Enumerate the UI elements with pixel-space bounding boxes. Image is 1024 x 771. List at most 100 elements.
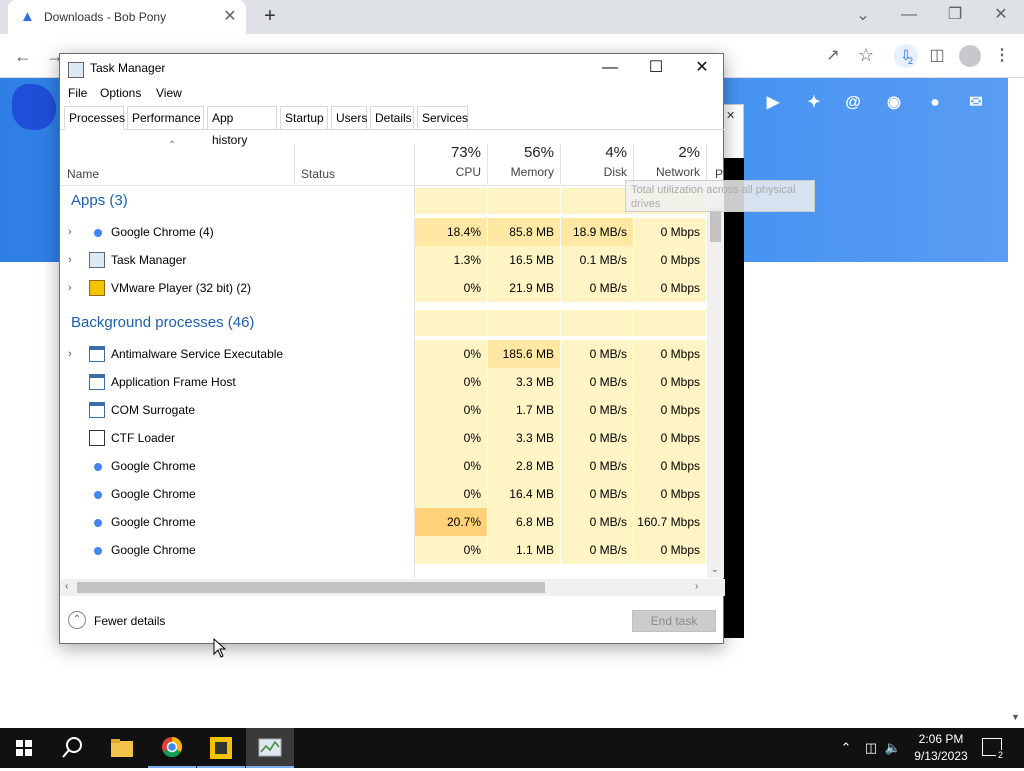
tab-app-history[interactable]: App history — [207, 106, 277, 147]
process-memory: 16.4 MB — [488, 480, 560, 508]
tab-bar: Processes Performance App history Startu… — [60, 106, 725, 147]
menu-file[interactable]: File — [68, 86, 87, 100]
twitter-icon[interactable]: ✦ — [804, 93, 824, 113]
process-cpu: 18.4% — [415, 218, 487, 246]
process-row[interactable]: COM Surrogate 0% 1.7 MB 0 MB/s 0 Mbps — [60, 396, 707, 424]
expand-chevron-icon[interactable]: › — [68, 340, 72, 368]
cpu-label: CPU — [455, 165, 481, 179]
star-icon[interactable]: ☆ — [855, 45, 877, 65]
memory-label: Memory — [510, 165, 554, 179]
vmware-icon[interactable] — [197, 728, 245, 768]
expand-chevron-icon[interactable]: › — [68, 218, 72, 246]
tab-users[interactable]: Users — [331, 106, 367, 130]
scroll-hthumb[interactable] — [77, 582, 545, 593]
clock-date[interactable]: 9/13/2023 — [908, 749, 974, 763]
column-header-name[interactable]: Name — [67, 167, 99, 181]
fewer-details-icon[interactable]: ⌃ — [68, 611, 86, 629]
process-row[interactable]: CTF Loader 0% 3.3 MB 0 MB/s 0 Mbps — [60, 424, 707, 452]
tab-processes[interactable]: Processes — [64, 106, 125, 130]
process-network: 0 Mbps — [634, 340, 706, 368]
tab-search-icon[interactable]: ⌄ — [852, 6, 874, 26]
profile-icon[interactable] — [959, 45, 981, 67]
background-dialog: ✕ — [722, 104, 744, 160]
cpu-total: 73% — [450, 144, 481, 161]
process-row[interactable]: › VMware Player (32 bit) (2) 0% 21.9 MB 0 MB… — [60, 274, 707, 302]
expand-chevron-icon[interactable]: › — [68, 274, 72, 302]
discord-icon[interactable]: ◉ — [884, 93, 904, 113]
network-icon[interactable]: ◫ — [862, 728, 880, 768]
maximize-button[interactable]: ☐ — [633, 54, 679, 82]
window-close-icon[interactable]: ✕ — [990, 5, 1012, 25]
process-list: Apps (3) › Google Chrome (4) 18.4% 85.8 MB 18… — [60, 186, 707, 578]
download-badge: 2 — [908, 56, 914, 66]
scroll-left-icon[interactable]: ‹ — [65, 581, 68, 592]
process-memory: 2.8 MB — [488, 452, 560, 480]
process-row[interactable]: Google Chrome 0% 1.1 MB 0 MB/s 0 Mbps — [60, 536, 707, 564]
new-tab-icon[interactable]: + — [259, 6, 281, 26]
chrome-icon[interactable] — [148, 728, 196, 768]
email-icon[interactable]: ✉ — [966, 93, 986, 113]
start-icon[interactable] — [0, 728, 48, 768]
process-row[interactable]: Application Frame Host 0% 3.3 MB 0 MB/s 0 Mb… — [60, 368, 707, 396]
volume-muted-icon[interactable]: 🔈 — [884, 728, 902, 768]
column-header-memory[interactable]: 56% Memory — [488, 144, 560, 179]
column-header-power[interactable]: P — [715, 167, 723, 181]
column-header-network[interactable]: 2% Network — [634, 144, 706, 179]
end-task-button[interactable]: End task — [632, 610, 716, 632]
clock-time[interactable]: 2:06 PM — [916, 732, 966, 746]
fewer-details-link[interactable]: Fewer details — [94, 614, 165, 628]
tray-chevron-icon[interactable]: ⌃ — [838, 728, 854, 768]
process-network: 0 Mbps — [634, 424, 706, 452]
youtube-icon[interactable]: ▶ — [763, 93, 783, 113]
menu-icon[interactable]: ⋮ — [991, 46, 1013, 66]
process-name: Google Chrome — [111, 459, 196, 473]
column-header-disk[interactable]: 4% Disk — [561, 144, 633, 179]
page-scrollbar[interactable]: ▼ — [1008, 78, 1024, 728]
side-panel-icon[interactable]: ◫ — [926, 46, 948, 66]
process-cpu: 0% — [415, 274, 487, 302]
task-manager-icon[interactable] — [246, 728, 294, 768]
horizontal-scrollbar[interactable]: ‹ › — [60, 579, 725, 596]
close-button[interactable]: ✕ — [679, 54, 725, 82]
process-name: Google Chrome (4) — [111, 225, 214, 239]
file-explorer-icon[interactable] — [98, 728, 146, 768]
process-disk: 0 MB/s — [561, 424, 633, 452]
github-icon[interactable]: ● — [925, 93, 945, 113]
tab-services[interactable]: Services — [417, 106, 468, 130]
scroll-down-icon[interactable]: ▼ — [1011, 712, 1020, 722]
expand-chevron-icon[interactable]: › — [68, 246, 72, 274]
process-row[interactable]: Google Chrome 0% 16.4 MB 0 MB/s 0 Mbps — [60, 480, 707, 508]
tab-details[interactable]: Details — [370, 106, 414, 130]
process-row[interactable]: › Google Chrome (4) 18.4% 85.8 MB 18.9 MB/s 0… — [60, 218, 707, 246]
process-memory: 1.7 MB — [488, 396, 560, 424]
dialog-close-icon[interactable]: ✕ — [726, 109, 735, 122]
minimize-button[interactable]: — — [587, 54, 633, 82]
process-row[interactable]: › Antimalware Service Executable 0% 185.6 M… — [60, 340, 707, 368]
process-row[interactable]: › Task Manager 1.3% 16.5 MB 0.1 MB/s 0 Mbps — [60, 246, 707, 274]
download-icon[interactable]: ⇩ — [894, 44, 918, 68]
tab-performance[interactable]: Performance — [127, 106, 204, 130]
process-row[interactable]: Google Chrome 0% 2.8 MB 0 MB/s 0 Mbps — [60, 452, 707, 480]
browser-tab[interactable]: ▲ Downloads - Bob Pony ✕ — [8, 0, 246, 34]
minimize-icon[interactable]: — — [898, 5, 920, 25]
scroll-down-icon[interactable]: ⌄ — [711, 564, 719, 575]
restore-icon[interactable]: ❐ — [944, 5, 966, 25]
menu-view[interactable]: View — [156, 86, 182, 100]
scroll-right-icon[interactable]: › — [695, 581, 698, 592]
menu-options[interactable]: Options — [100, 86, 141, 100]
process-network: 0 Mbps — [634, 396, 706, 424]
column-header-cpu[interactable]: 73% CPU — [415, 144, 487, 179]
mouse-cursor — [213, 638, 227, 658]
tab-startup[interactable]: Startup — [280, 106, 328, 130]
scroll-thumb[interactable] — [710, 208, 721, 242]
back-icon[interactable]: ← — [12, 46, 34, 66]
share-icon[interactable]: ↗ — [822, 46, 844, 66]
mastodon-icon[interactable]: @ — [843, 93, 863, 113]
vertical-scrollbar[interactable]: ⌃ ⌄ — [707, 186, 724, 578]
column-header-status[interactable]: Status — [301, 167, 335, 181]
window-title: Task Manager — [90, 61, 166, 75]
process-row[interactable]: Google Chrome 20.7% 6.8 MB 0 MB/s 160.7 Mbps — [60, 508, 707, 536]
site-logo[interactable] — [12, 84, 56, 130]
close-icon[interactable]: ✕ — [220, 7, 240, 27]
search-icon[interactable] — [48, 728, 96, 768]
